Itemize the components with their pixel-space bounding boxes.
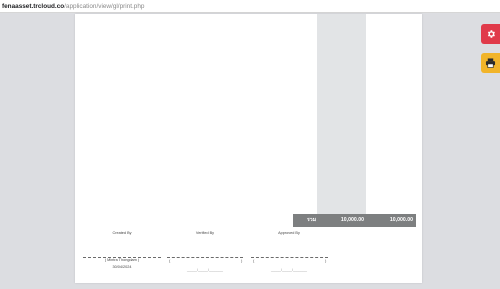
gear-icon	[487, 30, 495, 38]
total-credit: 10,000.00	[389, 217, 413, 223]
verified-by-close-paren: )	[241, 258, 243, 263]
total-debit: 10,000.00	[340, 217, 364, 223]
url-host: fenaasset.trcloud.co	[2, 3, 65, 10]
approved-by-date-placeholder: _____/_____/_______	[271, 268, 307, 272]
print-button[interactable]	[481, 53, 500, 73]
verified-by-title: Verified By	[195, 231, 215, 235]
approved-by-open-paren: (	[253, 258, 255, 263]
approved-by-title: Approved By	[278, 231, 300, 235]
printer-icon	[485, 58, 496, 68]
approved-by-close-paren: )	[325, 258, 327, 263]
url-path: /application/view/gl/print.php	[64, 3, 145, 10]
verified-by-open-paren: (	[169, 258, 171, 263]
created-by-name: ( Mintra Thongdam )	[104, 258, 140, 262]
created-by-date: 30/04/2024	[112, 265, 132, 269]
total-label: รวม	[307, 217, 317, 223]
settings-button[interactable]	[481, 24, 500, 44]
verified-by-date-placeholder: _____/_____/_______	[187, 268, 223, 272]
verified-by-signature-line	[167, 257, 243, 258]
amount-column-shading	[317, 14, 366, 214]
print-page: รวม 10,000.00 10,000.00 Created By Verif…	[75, 14, 422, 283]
approved-by-signature-line	[251, 257, 328, 258]
created-by-title: Created By	[112, 231, 132, 235]
totals-row: รวม 10,000.00 10,000.00	[293, 214, 416, 227]
address-bar[interactable]: fenaasset.trcloud.co/application/view/gl…	[0, 0, 500, 13]
